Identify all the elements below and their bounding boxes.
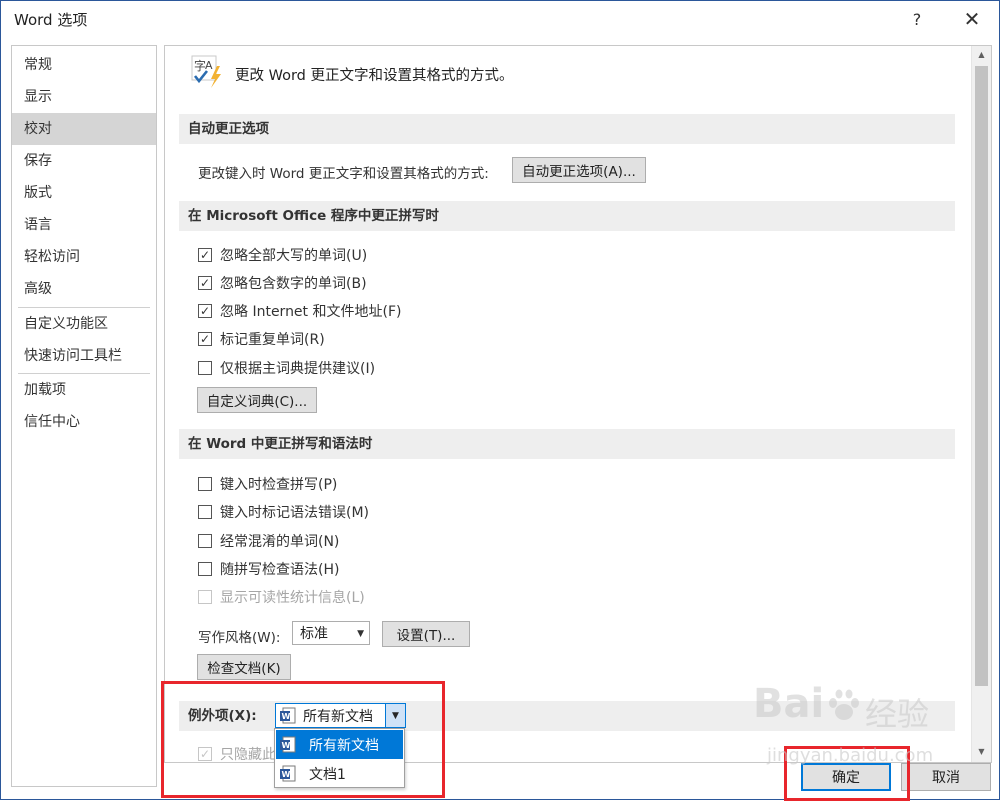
sidebar-item-general[interactable]: 常规 [12, 49, 156, 81]
checkbox-ignore-uppercase[interactable]: ✓ [198, 248, 212, 262]
checkbox-mark-grammar[interactable] [198, 505, 212, 519]
writing-style-select[interactable]: 标准 ▼ [292, 621, 370, 645]
autocorrect-options-button[interactable]: 自动更正选项(A)... [512, 157, 646, 183]
options-sidebar: 常规 显示 校对 保存 版式 语言 轻松访问 高级 自定义功能区 快速访问工具栏… [11, 45, 157, 787]
section-header-autocorrect: 自动更正选项 [179, 114, 955, 144]
writing-style-value: 标准 [300, 626, 328, 642]
checkbox-flag-repeated[interactable]: ✓ [198, 332, 212, 346]
option-label: 显示可读性统计信息(L) [220, 590, 365, 606]
sidebar-item-save[interactable]: 保存 [12, 145, 156, 177]
word-options-dialog: Word 选项 ? ✕ 常规 显示 校对 保存 版式 语言 轻松访问 高级 自定… [0, 0, 1000, 801]
svg-text:W: W [282, 712, 291, 721]
proofing-intro-text: 更改 Word 更正文字和设置其格式的方式。 [235, 68, 514, 84]
close-button[interactable]: ✕ [954, 5, 990, 33]
dropdown-option-label: 文档1 [309, 766, 346, 783]
checkbox-readability-stats [198, 590, 212, 604]
cancel-button[interactable]: 取消 [901, 763, 991, 791]
dropdown-option-all-new-docs[interactable]: W 所有新文档 [276, 730, 403, 759]
scroll-down-icon[interactable]: ▼ [972, 743, 991, 760]
exceptions-select[interactable]: W 所有新文档 ▼ [275, 703, 406, 728]
svg-text:A: A [205, 59, 213, 72]
option-ignore-numbers[interactable]: ✓ 忽略包含数字的单词(B) [198, 272, 367, 294]
sidebar-item-layout[interactable]: 版式 [12, 177, 156, 209]
option-label: 键入时检查拼写(P) [220, 477, 338, 493]
option-label: 忽略 Internet 和文件地址(F) [220, 304, 402, 320]
option-label: 忽略全部大写的单词(U) [220, 248, 368, 264]
scrollbar-thumb[interactable] [975, 66, 988, 686]
sidebar-item-accessibility[interactable]: 轻松访问 [12, 241, 156, 273]
sidebar-item-display[interactable]: 显示 [12, 81, 156, 113]
sidebar-item-customize-ribbon[interactable]: 自定义功能区 [12, 308, 156, 340]
option-flag-repeated[interactable]: ✓ 标记重复单词(R) [198, 328, 325, 350]
option-label: 只隐藏此 [220, 747, 276, 763]
option-check-spelling[interactable]: 键入时检查拼写(P) [198, 473, 337, 495]
option-mark-grammar[interactable]: 键入时标记语法错误(M) [198, 501, 369, 523]
svg-text:W: W [282, 741, 291, 750]
option-main-dictionary-only[interactable]: 仅根据主词典提供建议(I) [198, 357, 375, 379]
word-document-icon: W [280, 765, 296, 782]
option-hide-errors-partial: ✓ 只隐藏此 [198, 743, 276, 763]
autocorrect-label: 更改键入时 Word 更正文字和设置其格式的方式: [198, 166, 489, 182]
custom-dictionaries-button[interactable]: 自定义词典(C)... [197, 387, 317, 413]
writing-style-label: 写作风格(W): [198, 630, 281, 646]
option-label: 经常混淆的单词(N) [220, 534, 340, 550]
word-document-icon: W [280, 736, 296, 753]
option-check-grammar[interactable]: 随拼写检查语法(H) [198, 558, 339, 580]
chevron-down-icon[interactable]: ▼ [385, 704, 405, 727]
scroll-up-icon[interactable]: ▲ [972, 46, 991, 63]
sidebar-item-trust-center[interactable]: 信任中心 [12, 406, 156, 438]
proofing-content-panel: 字 A 更改 Word 更正文字和设置其格式的方式。 自动更正选项 更改键入时 … [164, 45, 992, 763]
option-label: 随拼写检查语法(H) [220, 562, 340, 578]
option-label: 仅根据主词典提供建议(I) [220, 361, 376, 377]
chevron-down-icon: ▼ [357, 629, 364, 639]
option-label: 标记重复单词(R) [220, 332, 325, 348]
exceptions-selected-value: 所有新文档 [303, 708, 373, 725]
checkbox-ignore-internet[interactable]: ✓ [198, 304, 212, 318]
sidebar-item-language[interactable]: 语言 [12, 209, 156, 241]
help-button[interactable]: ? [899, 5, 935, 33]
window-title: Word 选项 [14, 11, 88, 29]
option-label: 忽略包含数字的单词(B) [220, 276, 367, 292]
option-readability-stats: 显示可读性统计信息(L) [198, 586, 365, 608]
checkbox-check-grammar[interactable] [198, 562, 212, 576]
sidebar-item-quick-access-toolbar[interactable]: 快速访问工具栏 [12, 340, 156, 372]
exceptions-label: 例外项(X): [188, 708, 257, 724]
dropdown-option-label: 所有新文档 [309, 737, 379, 754]
option-ignore-internet[interactable]: ✓ 忽略 Internet 和文件地址(F) [198, 300, 401, 322]
ok-button[interactable]: 确定 [801, 763, 891, 791]
word-document-icon: W [280, 707, 296, 724]
vertical-scrollbar[interactable]: ▲ ▼ [971, 46, 991, 762]
option-confused-words[interactable]: 经常混淆的单词(N) [198, 530, 339, 552]
checkbox-ignore-numbers[interactable]: ✓ [198, 276, 212, 290]
svg-text:W: W [282, 770, 291, 779]
checkbox-confused-words[interactable] [198, 534, 212, 548]
section-header-office-spelling: 在 Microsoft Office 程序中更正拼写时 [179, 201, 955, 231]
sidebar-item-advanced[interactable]: 高级 [12, 273, 156, 305]
sidebar-item-proofing[interactable]: 校对 [12, 113, 156, 145]
checkbox-check-spelling[interactable] [198, 477, 212, 491]
writing-settings-button[interactable]: 设置(T)... [382, 621, 470, 647]
checkbox-hide-errors: ✓ [198, 747, 212, 761]
dropdown-option-doc1[interactable]: W 文档1 [276, 759, 403, 788]
checkbox-main-dictionary-only[interactable] [198, 361, 212, 375]
exceptions-dropdown-list: W 所有新文档 W 文档1 [274, 728, 405, 788]
sidebar-item-addins[interactable]: 加载项 [12, 374, 156, 406]
recheck-document-button[interactable]: 检查文档(K) [197, 654, 291, 680]
section-header-word-spelling: 在 Word 中更正拼写和语法时 [179, 429, 955, 459]
option-label: 键入时标记语法错误(M) [220, 505, 370, 521]
option-ignore-uppercase[interactable]: ✓ 忽略全部大写的单词(U) [198, 244, 367, 266]
proofing-abc-check-icon: 字 A [190, 54, 226, 90]
